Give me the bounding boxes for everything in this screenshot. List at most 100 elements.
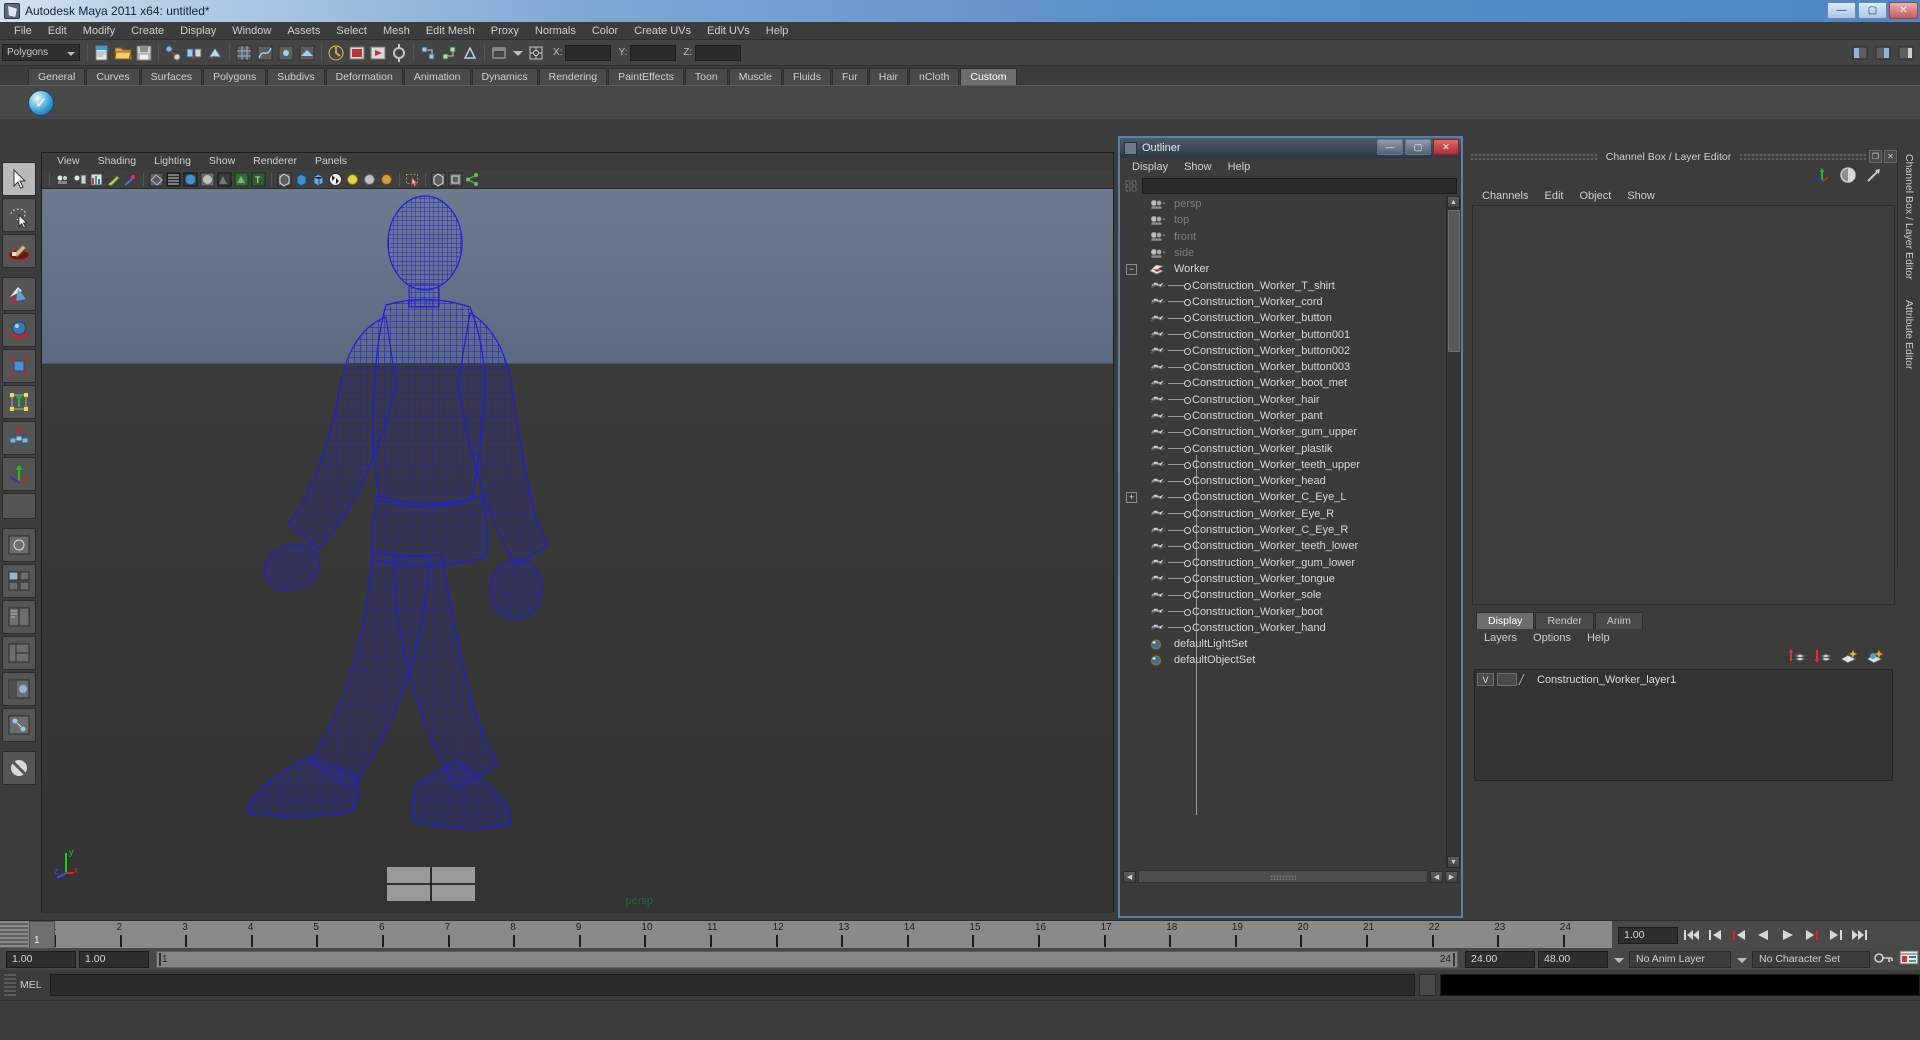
layer-tab-display[interactable]: Display <box>1476 612 1535 629</box>
step-back-key-button[interactable] <box>1705 926 1726 945</box>
menu-create-uvs[interactable]: Create UVs <box>626 22 699 40</box>
image-plane-icon[interactable] <box>89 172 104 187</box>
x-field[interactable] <box>565 44 612 61</box>
layout-two-pane-button[interactable] <box>2 600 36 634</box>
shelf-tab-fur[interactable]: Fur <box>831 68 868 85</box>
outliner-item[interactable]: defaultObjectSet <box>1120 652 1445 668</box>
layer-menu-layers[interactable]: Layers <box>1476 629 1525 647</box>
snap-curve-icon[interactable] <box>255 43 275 63</box>
smooth-shade-all-icon[interactable] <box>166 172 181 187</box>
outliner-item-label[interactable]: defaultObjectSet <box>1174 654 1255 666</box>
close-button[interactable]: ✕ <box>1889 2 1918 19</box>
time-slider-current-frame-marker[interactable]: 1 <box>29 921 55 949</box>
outliner-item-label[interactable]: Construction_Worker_gum_upper <box>1192 426 1357 438</box>
command-language-label[interactable]: MEL <box>20 979 46 991</box>
soft-modification-tool-button[interactable] <box>2 421 36 455</box>
outliner-hscroll-right-arrow[interactable]: ◀ <box>1430 870 1443 883</box>
outliner-scroll-up-arrow[interactable]: ▲ <box>1447 196 1460 208</box>
show-manipulator-tool-button[interactable] <box>2 457 36 491</box>
outliner-item[interactable]: side <box>1120 245 1445 261</box>
channel-box-close-button[interactable]: ✕ <box>1884 150 1897 163</box>
outliner-item[interactable]: Construction_Worker_hand <box>1120 620 1445 636</box>
construction-history-icon[interactable] <box>326 43 346 63</box>
output-connections-icon[interactable] <box>439 43 459 63</box>
menu-normals[interactable]: Normals <box>527 22 584 40</box>
outliner-horizontal-scrollbar[interactable]: ◀ ◀ ▶ <box>1120 868 1461 885</box>
character-set-selector[interactable]: No Character Set <box>1752 950 1870 968</box>
outliner-item[interactable]: top <box>1120 212 1445 228</box>
outliner-item-label[interactable]: persp <box>1174 198 1202 210</box>
outliner-item-label[interactable]: Construction_Worker_plastik <box>1192 443 1332 455</box>
outliner-item[interactable]: Construction_Worker_tongue <box>1120 571 1445 587</box>
layer-tab-anim[interactable]: Anim <box>1594 612 1643 629</box>
outliner-search-input[interactable] <box>1142 178 1457 194</box>
outliner-item-label[interactable]: front <box>1174 231 1196 243</box>
menu-create[interactable]: Create <box>123 22 172 40</box>
step-back-frame-button[interactable] <box>1729 926 1750 945</box>
outliner-hscroll-track[interactable] <box>1138 870 1428 883</box>
outliner-item-label[interactable]: Construction_Worker_C_Eye_R <box>1192 524 1348 536</box>
outliner-item[interactable]: Construction_Worker_gum_lower <box>1120 555 1445 571</box>
outliner-item-label[interactable]: Construction_Worker_tongue <box>1192 573 1335 585</box>
share-graph-icon[interactable] <box>465 172 480 187</box>
viewport-menu-renderer[interactable]: Renderer <box>244 153 306 170</box>
outliner-menu-display[interactable]: Display <box>1124 158 1176 176</box>
channel-menu-channels[interactable]: Channels <box>1474 187 1536 205</box>
shelf-tab-subdivs[interactable]: Subdivs <box>267 68 325 85</box>
select-tool-button[interactable] <box>2 162 36 196</box>
vertical-tab-attribute-editor[interactable]: Attribute Editor <box>1903 300 1915 369</box>
shelf-tab-painteffects[interactable]: PaintEffects <box>608 68 684 85</box>
menu-window[interactable]: Window <box>224 22 279 40</box>
shelf-tab-ncloth[interactable]: nCloth <box>909 68 960 85</box>
move-layer-up-icon[interactable] <box>1787 647 1807 668</box>
select-by-component-type-icon[interactable] <box>205 43 225 63</box>
outliner-item-label[interactable]: Construction_Worker_hair <box>1192 394 1320 406</box>
outliner-item-label[interactable]: Construction_Worker_boot <box>1192 606 1323 618</box>
collapse-toggle-icon[interactable]: − <box>1126 263 1137 275</box>
menu-edit-uvs[interactable]: Edit UVs <box>699 22 758 40</box>
shelf-tab-toon[interactable]: Toon <box>684 68 728 85</box>
outliner-item[interactable]: Construction_Worker_boot <box>1120 603 1445 619</box>
single-pane-view-icon[interactable] <box>431 172 446 187</box>
move-layer-down-icon[interactable] <box>1813 647 1833 668</box>
menu-edit[interactable]: Edit <box>40 22 75 40</box>
playback-end-time-field[interactable]: 24.00 <box>1465 950 1535 968</box>
menu-assets[interactable]: Assets <box>279 22 328 40</box>
channel-menu-edit[interactable]: Edit <box>1536 187 1571 205</box>
outliner-item[interactable]: Construction_Worker_gum_upper <box>1120 424 1445 440</box>
character-set-dropdown-arrow[interactable] <box>1734 951 1749 968</box>
channel-menu-show[interactable]: Show <box>1619 187 1663 205</box>
outliner-item-label[interactable]: Construction_Worker_button003 <box>1192 361 1350 373</box>
shelf-tab-rendering[interactable]: Rendering <box>538 68 608 85</box>
snap-view-plane-icon[interactable] <box>297 43 317 63</box>
new-layer-icon[interactable] <box>1839 647 1859 668</box>
light-yellow-icon[interactable] <box>345 172 360 187</box>
layer-menu-options[interactable]: Options <box>1525 629 1579 647</box>
hardware-texturing-icon[interactable] <box>183 172 198 187</box>
selection-mask-icon[interactable] <box>489 43 509 63</box>
outliner-item-label[interactable]: Construction_Worker_T_shirt <box>1192 280 1335 292</box>
outliner-item-label[interactable]: Construction_Worker_cord <box>1192 296 1323 308</box>
outliner-close-button[interactable]: ✕ <box>1433 139 1459 155</box>
outliner-item-label[interactable]: Construction_Worker_teeth_upper <box>1192 459 1360 471</box>
go-to-end-button[interactable] <box>1849 926 1870 945</box>
checker-sphere-icon[interactable] <box>328 172 343 187</box>
outliner-item-label[interactable]: Construction_Worker_boot_met <box>1192 377 1347 389</box>
checkmark-icon[interactable]: ✓ <box>28 89 54 116</box>
snap-point-icon[interactable] <box>276 43 296 63</box>
multi-pane-view-icon[interactable] <box>448 172 463 187</box>
outliner-item[interactable]: defaultLightSet <box>1120 636 1445 652</box>
outliner-item-label[interactable]: defaultLightSet <box>1174 638 1247 650</box>
menu-proxy[interactable]: Proxy <box>483 22 527 40</box>
outliner-item[interactable]: Construction_Worker_Eye_R <box>1120 506 1445 522</box>
layer-tab-render[interactable]: Render <box>1535 612 1594 629</box>
outliner-hscroll-right-arrow-2[interactable]: ▶ <box>1445 870 1458 883</box>
playback-start-time-field[interactable]: 1.00 <box>79 950 149 968</box>
outliner-item[interactable]: Construction_Worker_T_shirt <box>1120 277 1445 293</box>
outliner-menu-show[interactable]: Show <box>1176 158 1220 176</box>
viewport-menu-lighting[interactable]: Lighting <box>145 153 200 170</box>
outliner-item-label[interactable]: Construction_Worker_hand <box>1192 622 1326 634</box>
shelf-tab-animation[interactable]: Animation <box>403 68 471 85</box>
anim-layer-selector[interactable]: No Anim Layer <box>1629 950 1731 968</box>
select-region-icon[interactable] <box>405 172 420 187</box>
